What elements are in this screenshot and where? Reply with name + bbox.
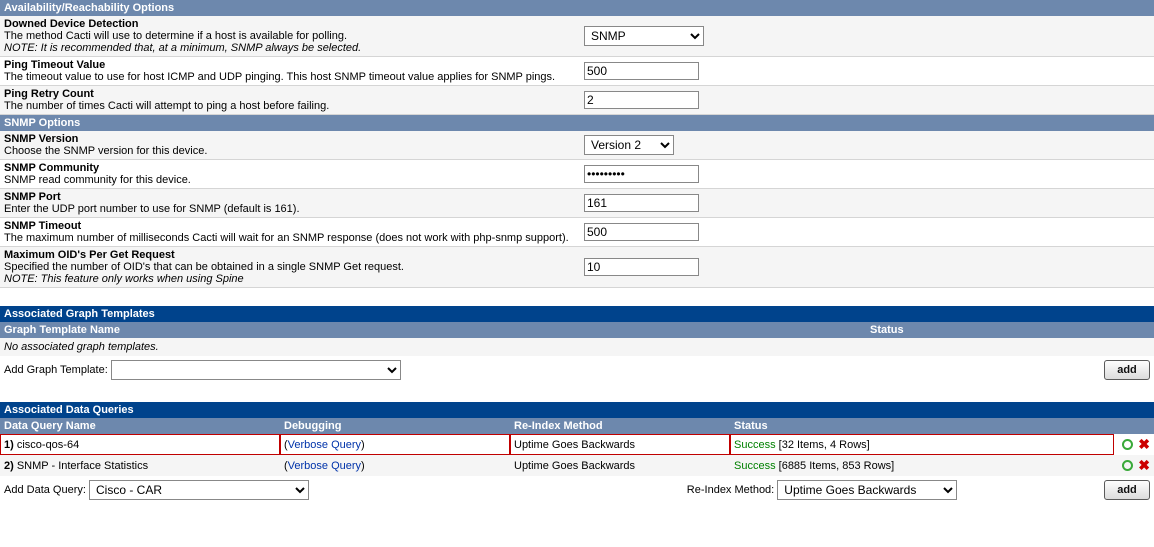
dq-row: 1) cisco-qos-64 (Verbose Query) Uptime G… [0, 434, 1154, 455]
ping-timeout-row: Ping Timeout Value The timeout value to … [0, 57, 1154, 86]
dq-add-row: Add Data Query: Cisco - CAR Re-Index Met… [0, 476, 1154, 504]
data-queries-table: Data Query Name Debugging Re-Index Metho… [0, 418, 1154, 476]
dq-reindex-select[interactable]: Uptime Goes Backwards [777, 480, 957, 500]
assoc-graph-templates-header: Associated Graph Templates [0, 306, 1154, 322]
snmp-version-label: SNMP Version [4, 133, 78, 145]
graphtpl-col-status: Status [870, 324, 1150, 336]
graphtpl-add-label: Add Graph Template: [4, 364, 108, 376]
dq-add-label: Add Data Query: [4, 484, 86, 496]
snmp-timeout-label: SNMP Timeout [4, 220, 81, 232]
dq-col-name: Data Query Name [0, 418, 280, 434]
snmp-options-header: SNMP Options [0, 115, 1154, 131]
ping-timeout-label: Ping Timeout Value [4, 59, 105, 71]
dq-verbose-link[interactable]: Verbose Query [288, 460, 361, 472]
snmp-timeout-desc: The maximum number of milliseconds Cacti… [4, 232, 569, 244]
ping-timeout-desc: The timeout value to use for host ICMP a… [4, 71, 555, 83]
reload-icon[interactable] [1122, 460, 1133, 471]
dq-reindex-label: Re-Index Method: [687, 484, 774, 496]
dq-verbose-link[interactable]: Verbose Query [288, 439, 361, 451]
max-oid-desc: Specified the number of OID's that can b… [4, 261, 404, 273]
graphtpl-empty: No associated graph templates. [0, 338, 1154, 356]
snmp-community-desc: SNMP read community for this device. [4, 174, 191, 186]
downed-detection-desc: The method Cacti will use to determine i… [4, 30, 347, 42]
dq-col-status: Status [730, 418, 1154, 434]
downed-detection-label: Downed Device Detection [4, 18, 138, 30]
snmp-port-label: SNMP Port [4, 191, 61, 203]
downed-detection-note: NOTE: It is recommended that, at a minim… [4, 42, 361, 54]
snmp-timeout-input[interactable] [584, 223, 699, 241]
dq-col-ri: Re-Index Method [510, 418, 730, 434]
snmp-timeout-row: SNMP Timeout The maximum number of milli… [0, 218, 1154, 247]
ping-retry-desc: The number of times Cacti will attempt t… [4, 100, 329, 112]
reload-icon[interactable] [1122, 439, 1133, 450]
snmp-port-input[interactable] [584, 194, 699, 212]
delete-icon[interactable]: ✖ [1138, 436, 1150, 452]
availability-options-header: Availability/Reachability Options [0, 0, 1154, 16]
max-oid-label: Maximum OID's Per Get Request [4, 249, 175, 261]
dq-add-select[interactable]: Cisco - CAR [89, 480, 309, 500]
snmp-version-row: SNMP Version Choose the SNMP version for… [0, 131, 1154, 160]
snmp-version-select[interactable]: Version 2 [584, 135, 674, 155]
graphtpl-col-name: Graph Template Name [4, 324, 870, 336]
dq-col-dbg: Debugging [280, 418, 510, 434]
downed-detection-row: Downed Device Detection The method Cacti… [0, 16, 1154, 57]
snmp-community-input[interactable] [584, 165, 699, 183]
snmp-community-row: SNMP Community SNMP read community for t… [0, 160, 1154, 189]
snmp-port-row: SNMP Port Enter the UDP port number to u… [0, 189, 1154, 218]
delete-icon[interactable]: ✖ [1138, 457, 1150, 473]
ping-retry-label: Ping Retry Count [4, 88, 94, 100]
graphtpl-add-button[interactable]: add [1104, 360, 1150, 380]
max-oid-note: NOTE: This feature only works when using… [4, 273, 244, 285]
snmp-version-desc: Choose the SNMP version for this device. [4, 145, 207, 157]
downed-detection-select[interactable]: SNMP [584, 26, 704, 46]
max-oid-input[interactable] [584, 258, 699, 276]
assoc-data-queries-header: Associated Data Queries [0, 402, 1154, 418]
ping-timeout-input[interactable] [584, 62, 699, 80]
snmp-port-desc: Enter the UDP port number to use for SNM… [4, 203, 300, 215]
ping-retry-row: Ping Retry Count The number of times Cac… [0, 86, 1154, 115]
max-oid-row: Maximum OID's Per Get Request Specified … [0, 247, 1154, 288]
graphtpl-add-row: Add Graph Template: add [0, 356, 1154, 384]
dq-row: 2) SNMP - Interface Statistics (Verbose … [0, 455, 1154, 476]
snmp-community-label: SNMP Community [4, 162, 99, 174]
ping-retry-input[interactable] [584, 91, 699, 109]
dq-add-button[interactable]: add [1104, 480, 1150, 500]
graphtpl-add-select[interactable] [111, 360, 401, 380]
